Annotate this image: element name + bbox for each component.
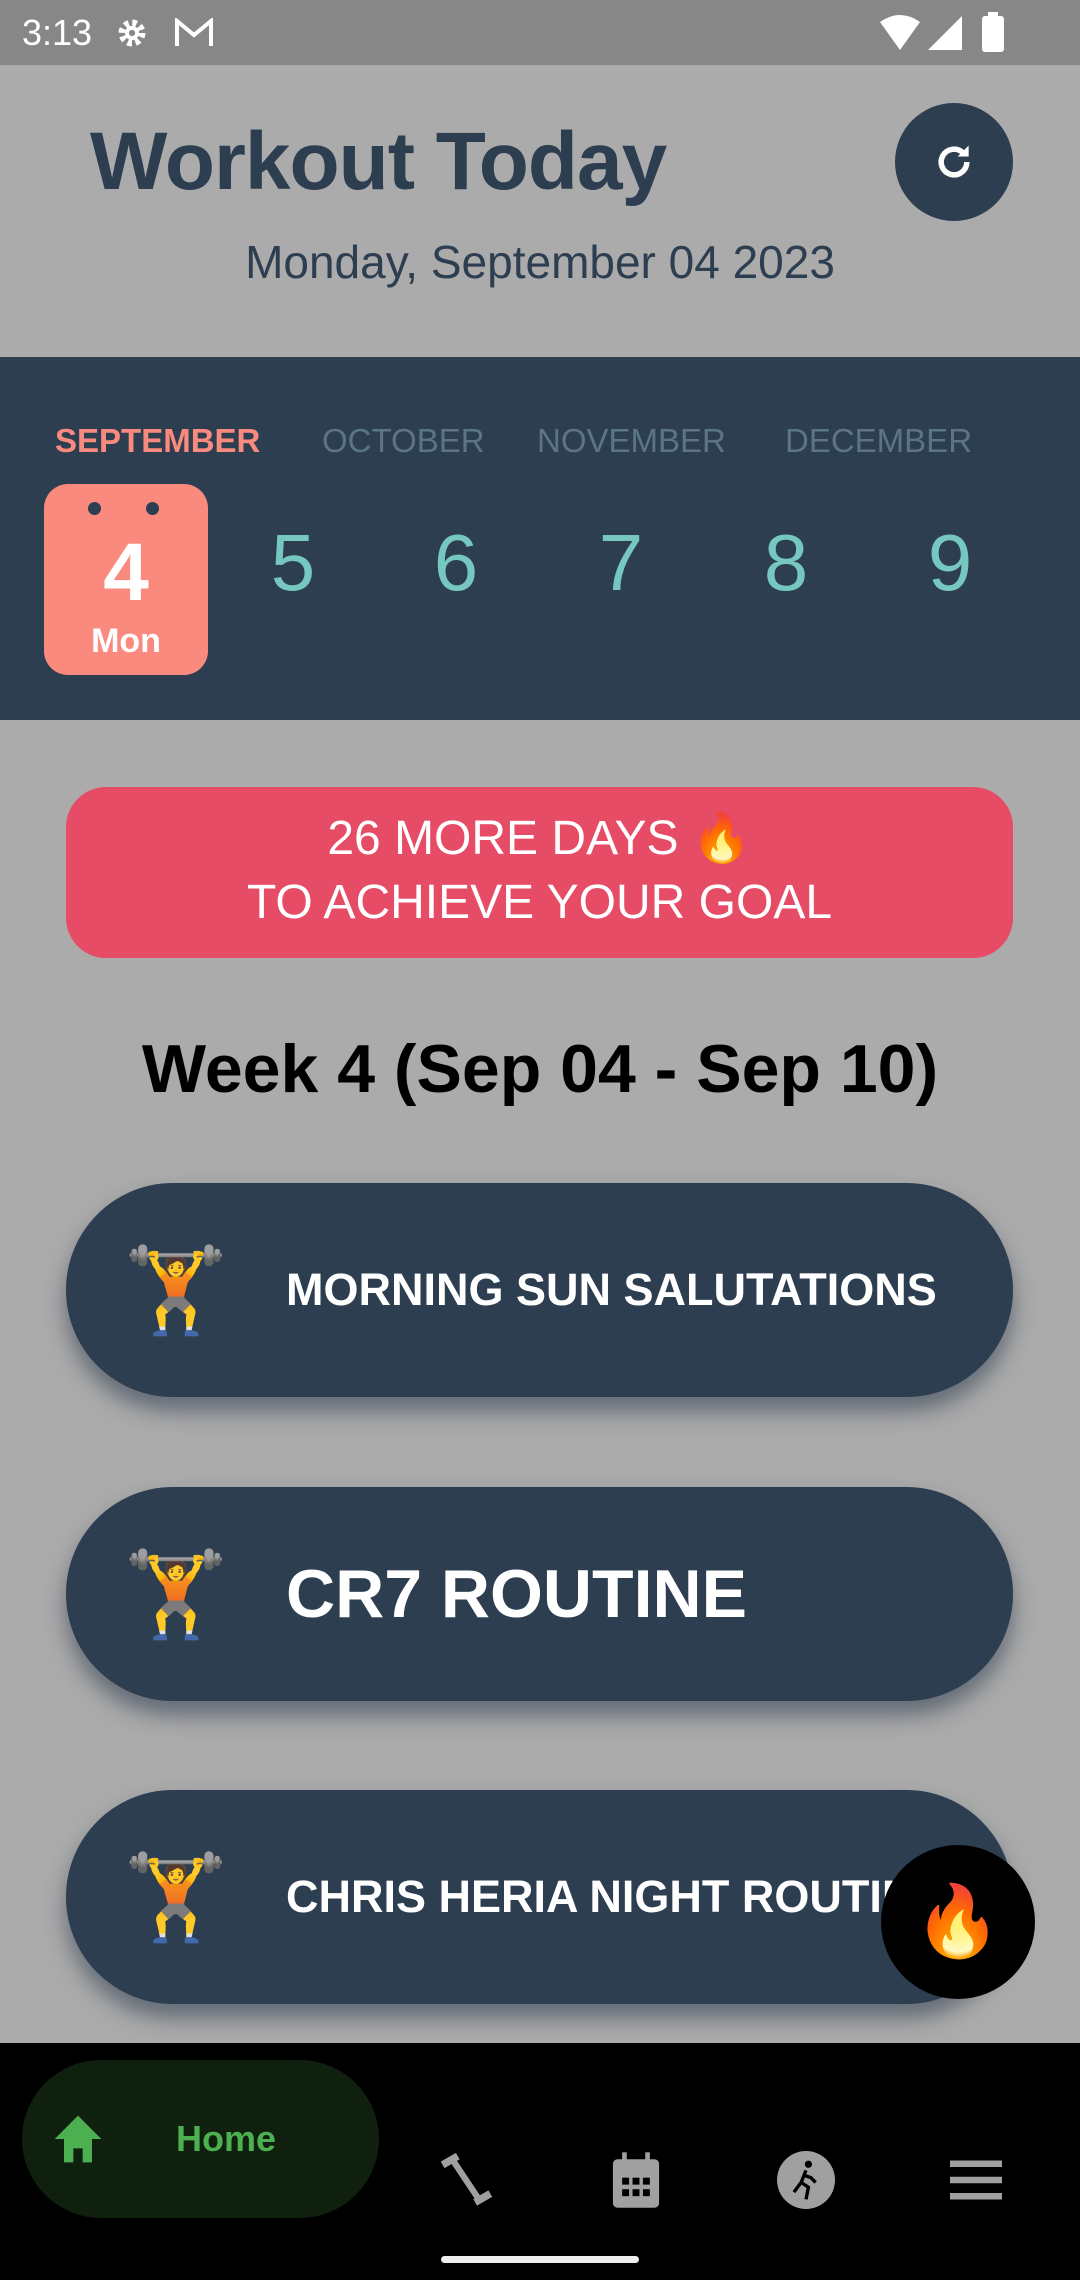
goal-days-text: 26 MORE DAYS 🔥 bbox=[327, 812, 752, 865]
status-time: 3:13 bbox=[22, 12, 93, 53]
nav-activity[interactable] bbox=[766, 2140, 846, 2220]
signal-icon bbox=[928, 16, 962, 50]
wifi-icon bbox=[880, 15, 920, 50]
battery-icon bbox=[982, 12, 1004, 52]
selected-day-number: 4 bbox=[103, 527, 149, 618]
day-item[interactable]: 6 bbox=[396, 517, 516, 609]
month-october[interactable]: OCTOBER bbox=[322, 422, 485, 460]
selected-day[interactable]: 4 Mon bbox=[44, 484, 208, 675]
streak-fab[interactable]: 🔥 bbox=[881, 1845, 1035, 1999]
calendar-ring-icon bbox=[146, 502, 159, 515]
nav-calendar[interactable] bbox=[596, 2140, 676, 2220]
nav-home[interactable]: Home bbox=[22, 2060, 379, 2218]
header: Workout Today Monday, September 04 2023 bbox=[0, 65, 1080, 357]
goal-banner: 26 MORE DAYS 🔥 TO ACHIEVE YOUR GOAL bbox=[66, 787, 1013, 958]
month-november[interactable]: NOVEMBER bbox=[537, 422, 726, 460]
calendar-icon bbox=[612, 2152, 660, 2208]
day-item[interactable]: 8 bbox=[726, 517, 846, 609]
workout-name: CR7 ROUTINE bbox=[286, 1556, 747, 1632]
weightlifter-icon: 🏋️ bbox=[123, 1849, 229, 1944]
current-date: Monday, September 04 2023 bbox=[245, 236, 835, 288]
settings-icon bbox=[118, 19, 146, 47]
dumbbell-icon bbox=[440, 2152, 493, 2206]
running-icon bbox=[777, 2151, 835, 2209]
month-september[interactable]: SEPTEMBER bbox=[55, 422, 260, 460]
refresh-icon bbox=[938, 145, 970, 178]
workout-name: MORNING SUN SALUTATIONS bbox=[286, 1264, 937, 1315]
page-title: Workout Today bbox=[90, 116, 667, 207]
workout-card[interactable]: 🏋️ CHRIS HERIA NIGHT ROUTINE bbox=[66, 1790, 1013, 2004]
workout-card[interactable]: 🏋️ CR7 ROUTINE bbox=[66, 1487, 1013, 1701]
nav-workouts[interactable] bbox=[426, 2140, 506, 2220]
bottom-nav: Home bbox=[0, 2043, 1080, 2280]
status-bar: 3:13 bbox=[0, 0, 1080, 65]
workout-name: CHRIS HERIA NIGHT ROUTINE bbox=[286, 1871, 945, 1922]
day-item[interactable]: 9 bbox=[890, 517, 1010, 609]
day-item[interactable]: 7 bbox=[561, 517, 681, 609]
nav-menu[interactable] bbox=[936, 2140, 1016, 2220]
home-gesture-bar[interactable] bbox=[441, 2256, 639, 2263]
month-december[interactable]: DECEMBER bbox=[785, 422, 972, 460]
refresh-button[interactable] bbox=[895, 103, 1013, 221]
calendar-ring-icon bbox=[88, 502, 101, 515]
selected-day-weekday: Mon bbox=[91, 622, 161, 660]
gmail-icon bbox=[175, 18, 213, 46]
day-item[interactable]: 5 bbox=[233, 517, 353, 609]
week-heading: Week 4 (Sep 04 - Sep 10) bbox=[141, 1031, 939, 1107]
goal-text: TO ACHIEVE YOUR GOAL bbox=[246, 876, 833, 929]
weightlifter-icon: 🏋️ bbox=[123, 1242, 229, 1337]
workout-card[interactable]: 🏋️ MORNING SUN SALUTATIONS bbox=[66, 1183, 1013, 1397]
fire-icon: 🔥 bbox=[914, 1882, 1002, 1960]
menu-icon bbox=[950, 2160, 1002, 2200]
home-icon bbox=[54, 2115, 102, 2163]
nav-home-label: Home bbox=[176, 2118, 277, 2159]
calendar-strip: SEPTEMBER OCTOBER NOVEMBER DECEMBER 4 Mo… bbox=[0, 357, 1080, 720]
weightlifter-icon: 🏋️ bbox=[123, 1546, 229, 1641]
